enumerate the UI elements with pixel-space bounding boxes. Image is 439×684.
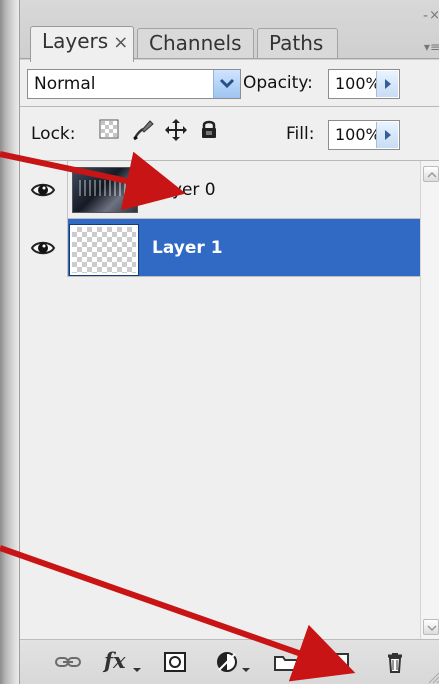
scroll-down-button[interactable] [423, 619, 439, 635]
lock-paint-icon[interactable] [131, 118, 154, 141]
panel-menu-icon[interactable]: ▾≡ [424, 40, 439, 54]
lock-position-icon[interactable] [164, 118, 187, 141]
tab-channels-label: Channels [149, 31, 242, 55]
opacity-label: Opacity: [243, 73, 313, 93]
layers-panel: Layers × Channels Paths - × ▾≡ Normal Op… [19, 0, 439, 684]
resize-grip-icon[interactable] [426, 670, 439, 684]
lock-all-icon[interactable] [198, 118, 221, 141]
tab-close-icon[interactable]: × [113, 32, 128, 53]
fill-slider-arrow-icon[interactable] [376, 122, 398, 148]
fill-field[interactable]: 100% [328, 120, 400, 150]
tab-channels[interactable]: Channels [137, 28, 254, 58]
close-icon[interactable]: × [429, 8, 439, 24]
photo-detail [79, 180, 127, 196]
tab-layers-label: Layers [42, 29, 109, 53]
visibility-toggle[interactable] [20, 161, 68, 219]
row-separator [20, 106, 439, 107]
lock-transparency-icon[interactable] [98, 118, 121, 141]
new-group-icon[interactable] [272, 650, 300, 674]
photoshop-layers-screenshot: Layers × Channels Paths - × ▾≡ Normal Op… [0, 0, 439, 684]
tab-paths-label: Paths [269, 31, 324, 55]
layers-scrollbar[interactable] [420, 161, 439, 639]
opacity-value: 100% [335, 74, 381, 93]
scroll-up-button[interactable] [423, 166, 439, 182]
visibility-toggle[interactable] [20, 219, 68, 277]
minimize-icon[interactable]: - [423, 8, 428, 24]
eye-icon[interactable] [29, 179, 57, 201]
blend-mode-value: Normal [34, 74, 96, 94]
layers-bottom-toolbar: fx [20, 639, 439, 684]
layer-name[interactable]: Layer 1 [152, 237, 223, 259]
lock-fill-row: Lock: Fill: 100% [20, 108, 439, 152]
layer-thumbnail-transparent[interactable] [69, 224, 139, 276]
layer-thumbnail-photo[interactable] [72, 167, 138, 213]
panel-window-controls: - × ▾≡ [410, 8, 439, 64]
fx-label: fx [104, 648, 126, 673]
new-layer-icon[interactable] [326, 650, 354, 674]
chevron-down-icon[interactable] [213, 70, 240, 98]
lock-label: Lock: [31, 124, 76, 144]
fill-label: Fill: [286, 124, 315, 144]
panel-header: Layers × Channels Paths - × ▾≡ [20, 0, 439, 62]
layer-name[interactable]: Layer 0 [152, 179, 216, 201]
blend-opacity-row: Normal Opacity: 100% [20, 62, 439, 106]
eye-icon[interactable] [29, 237, 57, 259]
layer-style-icon[interactable]: fx [104, 650, 144, 674]
layer-row-layer-0[interactable]: Layer 0 [20, 161, 420, 219]
fill-value: 100% [335, 125, 381, 144]
tab-paths[interactable]: Paths [257, 28, 338, 58]
link-layers-icon[interactable] [53, 650, 83, 674]
delete-layer-icon[interactable] [381, 650, 409, 674]
tab-layers[interactable]: Layers × [30, 26, 134, 62]
canvas-edge [0, 0, 19, 684]
opacity-field[interactable]: 100% [328, 69, 400, 99]
layer-row-layer-1[interactable]: Layer 1 [20, 219, 420, 277]
layers-list: Layer 0 Layer 1 [20, 161, 420, 639]
layer-mask-icon[interactable] [161, 650, 189, 674]
adjustment-layer-icon[interactable] [214, 650, 254, 674]
opacity-slider-arrow-icon[interactable] [376, 71, 398, 97]
blend-mode-select[interactable]: Normal [27, 69, 241, 99]
